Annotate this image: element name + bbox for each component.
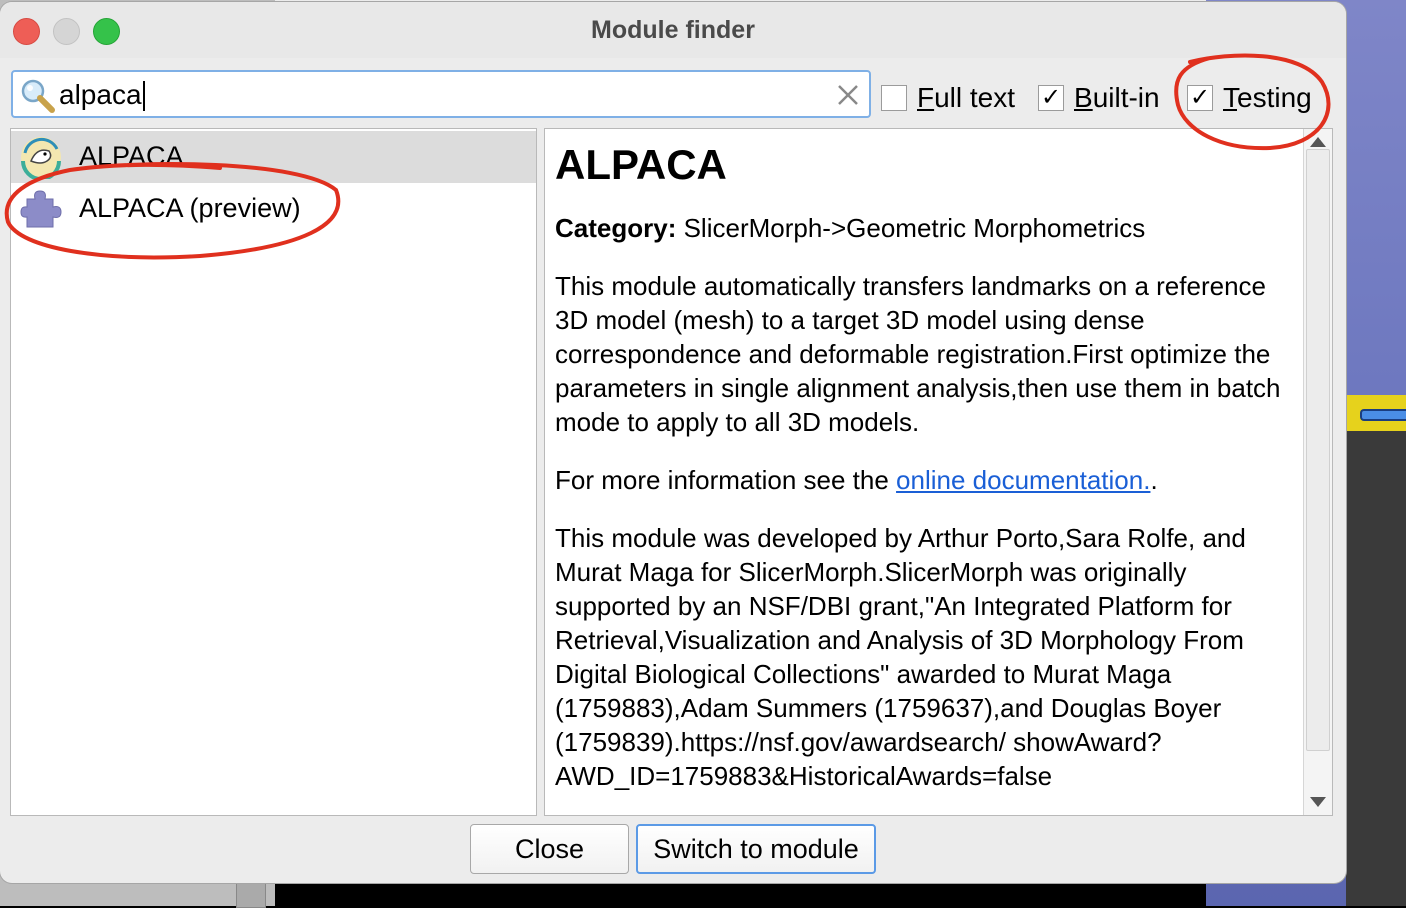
module-title: ALPACA	[555, 141, 727, 188]
testing-label: Testing	[1223, 82, 1312, 114]
switch-to-module-button[interactable]: Switch to module	[636, 824, 876, 874]
category-label: Category:	[555, 213, 677, 243]
full-text-label: Full text	[917, 82, 1015, 114]
module-list[interactable]: ALPACA ALPACA (preview)	[10, 128, 537, 816]
description-content: ALPACA Category: SlicerMorph->Geometric …	[555, 139, 1303, 815]
built-in-label: Built-in	[1074, 82, 1160, 114]
built-in-label-rest: uilt-in	[1092, 82, 1160, 113]
online-documentation-link[interactable]: online documentation.	[896, 465, 1150, 495]
module-description: This module automatically transfers land…	[555, 271, 1281, 437]
text-caret	[142, 81, 145, 111]
puzzle-piece-icon	[20, 190, 62, 228]
search-field[interactable]	[11, 70, 871, 118]
clear-search-icon[interactable]	[835, 82, 861, 108]
category-line: Category: SlicerMorph->Geometric Morphom…	[555, 211, 1303, 245]
background-widget	[236, 880, 266, 908]
close-button[interactable]: Close	[470, 824, 629, 874]
acknowledgement: This module was developed by Arthur Port…	[555, 523, 1246, 791]
more-info-line: For more information see the online docu…	[555, 463, 1303, 497]
list-item-alpaca-preview[interactable]: ALPACA (preview)	[11, 183, 536, 235]
scroll-down-arrow-icon[interactable]	[1310, 797, 1326, 807]
scroll-up-arrow-icon[interactable]	[1310, 137, 1326, 147]
built-in-checkbox-box[interactable]: ✓	[1038, 85, 1064, 111]
full-text-mnemonic: F	[917, 82, 935, 113]
more-info-prefix: For more information see the	[555, 465, 897, 495]
module-finder-dialog: Module finder Full text ✓ Built-in ✓ Tes…	[0, 2, 1346, 883]
list-item-label: ALPACA (preview)	[79, 193, 301, 223]
module-description-panel[interactable]: ALPACA Category: SlicerMorph->Geometric …	[544, 128, 1333, 816]
search-icon	[21, 79, 55, 113]
full-text-label-rest: ull text	[934, 82, 1016, 113]
description-scrollbar[interactable]	[1303, 129, 1332, 815]
scrollbar-thumb[interactable]	[1306, 149, 1330, 751]
testing-mnemonic: T	[1223, 82, 1237, 113]
built-in-checkbox[interactable]: ✓ Built-in	[1038, 80, 1160, 116]
testing-label-rest: esting	[1237, 82, 1312, 113]
alpaca-logo-icon	[21, 137, 61, 179]
more-info-suffix: .	[1150, 465, 1158, 495]
search-input[interactable]	[59, 76, 819, 114]
list-item-label: ALPACA	[79, 141, 184, 171]
window-title: Module finder	[591, 16, 755, 44]
testing-checkbox-box[interactable]: ✓	[1187, 85, 1213, 111]
list-item-alpaca[interactable]: ALPACA	[11, 131, 536, 183]
category-value: SlicerMorph->Geometric Morphometrics	[683, 213, 1146, 243]
title-bar: Module finder	[0, 2, 1346, 58]
built-in-mnemonic: B	[1074, 82, 1093, 113]
full-text-checkbox-box[interactable]	[881, 85, 907, 111]
full-text-checkbox[interactable]: Full text	[881, 80, 1015, 116]
background-dark-panel	[1346, 431, 1406, 906]
testing-checkbox[interactable]: ✓ Testing	[1187, 80, 1312, 116]
background-blue-slider	[1360, 409, 1406, 421]
